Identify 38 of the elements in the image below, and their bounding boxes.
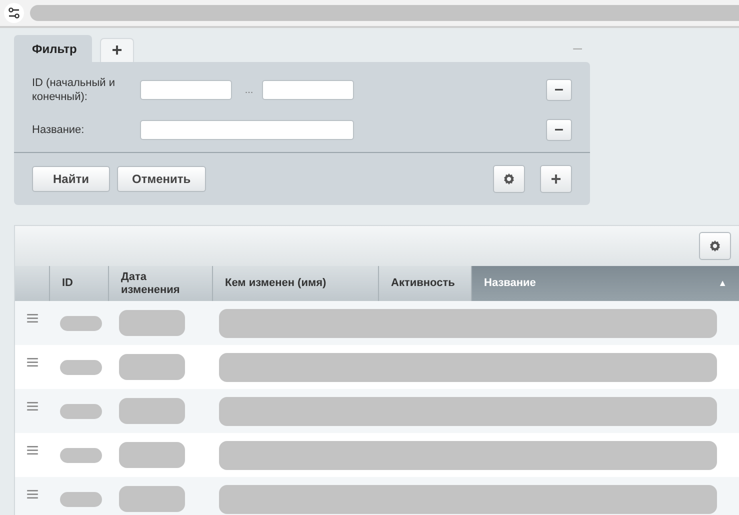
remove-button[interactable]: – [546,79,572,101]
redacted-block [119,486,185,512]
filter-tab[interactable]: Фильтр [14,35,92,62]
redacted-block [119,442,185,468]
settings-button[interactable] [699,232,731,260]
sliders-icon[interactable] [4,3,24,23]
find-button[interactable]: Найти [32,166,110,192]
field-label: ID (начальный и конечный): [32,76,116,104]
redacted-block [60,360,102,374]
gear-icon [502,172,516,186]
redacted-block [119,398,185,424]
column-title: ID [62,277,73,290]
input-field[interactable] [262,80,354,100]
redacted-block [60,492,102,506]
field-label: Название: [32,123,86,137]
drag-handle-icon[interactable] [27,490,38,499]
drag-handle-icon[interactable] [27,446,38,455]
drag-handle-icon[interactable] [27,314,38,323]
column-title: Активность [391,277,455,290]
redacted-block [119,354,185,380]
redacted-block [60,404,102,418]
redacted-block [119,310,185,336]
gear-icon [708,239,722,253]
redacted-block [60,316,102,330]
add-tab[interactable]: + [100,38,134,62]
input-field[interactable] [140,80,232,100]
drag-handle-icon[interactable] [27,358,38,367]
input-field[interactable] [140,120,354,140]
column-title: Дата изменения [121,270,181,296]
redacted-block [60,448,102,462]
remove-button[interactable]: – [546,119,572,141]
settings-button[interactable] [493,165,525,193]
add-button[interactable]: + [540,165,572,193]
column-title: Кем изменен (имя) [225,277,326,290]
drag-handle-icon[interactable] [27,402,38,411]
column-title: Название [484,277,536,290]
range-separator: ... [244,84,254,96]
cancel-button[interactable]: Отменить [117,166,206,192]
